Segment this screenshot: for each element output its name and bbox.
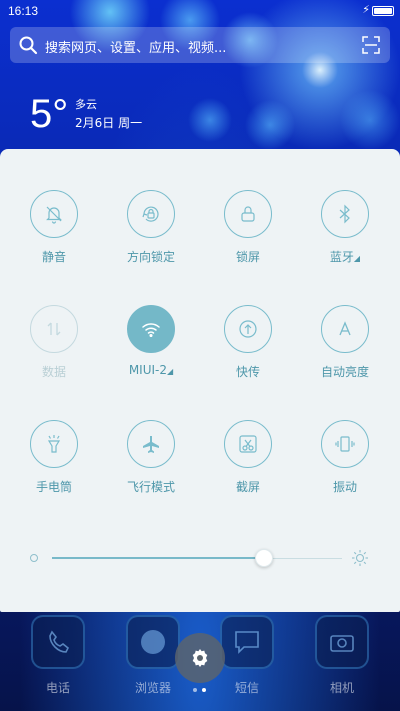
lightning-icon: ⚡ xyxy=(362,3,370,16)
brightness-thumb[interactable] xyxy=(255,549,273,567)
toggle-label: 快传 xyxy=(235,365,260,379)
brightness-fill xyxy=(52,557,264,559)
status-bar: 16:13 ⚡ xyxy=(0,0,400,22)
flashlight-icon xyxy=(30,420,78,468)
scan-icon[interactable] xyxy=(362,36,380,54)
toggle-flashlight[interactable]: 手电筒 xyxy=(9,420,99,495)
browser-icon xyxy=(126,615,180,669)
rotation-lock-icon xyxy=(127,190,175,238)
weather-widget[interactable]: 5° 多云 2月6日 周一 xyxy=(30,92,142,136)
toggle-label: 蓝牙◢ xyxy=(300,248,390,265)
phone-icon xyxy=(31,615,85,669)
battery-icon xyxy=(372,6,394,16)
weather-date: 2月6日 周一 xyxy=(75,116,143,130)
settings-button[interactable] xyxy=(175,633,225,683)
auto-brightness-icon xyxy=(321,305,369,353)
dock-item-phone[interactable]: 电话 xyxy=(28,615,88,696)
dock-item-camera[interactable]: 相机 xyxy=(312,615,372,696)
toggle-bluetooth[interactable]: 蓝牙◢ xyxy=(300,190,390,265)
toggle-label: 振动 xyxy=(332,480,357,494)
dock-item-message[interactable]: 短信 xyxy=(217,615,277,696)
weather-temperature: 5° xyxy=(30,92,69,136)
toggle-label: 方向锁定 xyxy=(126,250,175,264)
toggle-vibrate[interactable]: 振动 xyxy=(300,420,390,495)
page-indicator xyxy=(193,688,213,694)
toggle-auto-brightness[interactable]: 自动亮度 xyxy=(300,305,390,380)
menu-triangle-icon: ◢ xyxy=(353,254,361,263)
lock-icon xyxy=(224,190,272,238)
toggle-mobile-data[interactable]: 数据 xyxy=(9,305,99,380)
toggle-label-text: MIUI-2 xyxy=(128,363,168,377)
brightness-high-icon xyxy=(352,550,368,566)
dock-label: 电话 xyxy=(45,681,70,695)
brightness-slider[interactable] xyxy=(30,545,370,573)
menu-triangle-icon: ◢ xyxy=(167,367,174,376)
message-icon xyxy=(220,615,274,669)
toggle-screenshot[interactable]: 截屏 xyxy=(203,420,293,495)
brightness-low-icon xyxy=(30,554,38,562)
toggle-label: 数据 xyxy=(41,365,66,379)
bluetooth-icon xyxy=(321,190,369,238)
toggle-airplane-mode[interactable]: 飞行模式 xyxy=(106,420,196,495)
search-icon xyxy=(19,36,38,55)
page-dot xyxy=(193,688,197,692)
toggle-label: 手电筒 xyxy=(35,480,72,494)
vibrate-icon xyxy=(321,420,369,468)
toggle-quick-transfer[interactable]: 快传 xyxy=(203,305,293,380)
camera-icon xyxy=(315,615,369,669)
mobile-data-icon xyxy=(30,305,78,353)
dock-label: 短信 xyxy=(234,681,259,695)
weather-condition: 多云 xyxy=(75,98,97,111)
screenshot-icon xyxy=(224,420,272,468)
toggle-label: 飞行模式 xyxy=(126,480,175,494)
toggle-rotation-lock[interactable]: 方向锁定 xyxy=(106,190,196,265)
gear-icon xyxy=(192,649,208,667)
quick-transfer-icon xyxy=(224,305,272,353)
toggle-label: 截屏 xyxy=(235,480,260,494)
dock-label: 浏览器 xyxy=(134,681,171,695)
status-time: 16:13 xyxy=(8,4,39,18)
airplane-icon xyxy=(127,420,175,468)
bell-off-icon xyxy=(30,190,78,238)
control-center-panel: 静音 方向锁定 锁屏 蓝牙◢ 数据 MIUI-2◢ 快传 自动亮度 手电筒 飞行… xyxy=(0,149,400,612)
dock-item-browser[interactable]: 浏览器 xyxy=(123,615,183,696)
toggle-label: 自动亮度 xyxy=(320,365,369,379)
toggle-label-text: 蓝牙 xyxy=(329,250,354,264)
wifi-icon xyxy=(127,305,175,353)
toggle-label: 静音 xyxy=(41,250,66,264)
toggle-lock-screen[interactable]: 锁屏 xyxy=(203,190,293,265)
dock-label: 相机 xyxy=(329,681,354,695)
toggle-wifi[interactable]: MIUI-2◢ xyxy=(106,305,196,377)
search-placeholder: 搜索网页、设置、应用、视频... xyxy=(45,41,227,56)
toggle-label: MIUI-2◢ xyxy=(106,363,196,377)
toggle-label: 锁屏 xyxy=(235,250,260,264)
toggle-silent[interactable]: 静音 xyxy=(9,190,99,265)
page-dot-active xyxy=(202,688,206,692)
search-bar[interactable]: 搜索网页、设置、应用、视频... xyxy=(10,27,390,63)
